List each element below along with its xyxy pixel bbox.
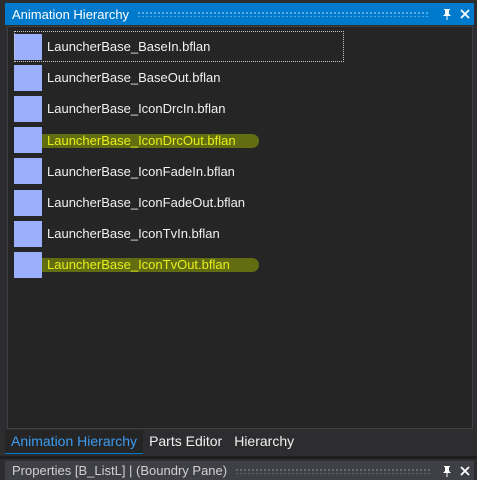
list-item[interactable]: LauncherBase_IconFadeOut.bflan [14, 187, 464, 218]
panel-titlebar[interactable]: Animation Hierarchy [5, 3, 474, 25]
properties-panel-titlebar[interactable]: Properties [B_ListL] | (Boundry Pane) [5, 461, 474, 480]
tab-parts-editor[interactable]: Parts Editor [143, 430, 228, 454]
properties-panel-title: Properties [B_ListL] | (Boundry Pane) [12, 463, 228, 478]
animation-file-icon [14, 251, 42, 278]
list-item[interactable]: LauncherBase_BaseOut.bflan [14, 62, 464, 93]
list-item-label: LauncherBase_IconDrcIn.bflan [47, 101, 226, 117]
list-item-label: LauncherBase_IconDrcOut.bflan [47, 132, 236, 148]
list-item[interactable]: LauncherBase_BaseIn.bflan [14, 31, 344, 63]
animation-file-icon [14, 220, 42, 247]
panel-title: Animation Hierarchy [12, 6, 130, 22]
animation-hierarchy-panel: Animation Hierarchy LauncherBase_BaseIn.… [5, 3, 474, 429]
animation-list: LauncherBase_BaseIn.bflan LauncherBase_Ba… [14, 31, 464, 281]
pin-icon[interactable] [438, 4, 456, 24]
list-item-label: LauncherBase_IconFadeOut.bflan [47, 195, 246, 211]
pin-icon[interactable] [438, 465, 456, 477]
list-item-label: LauncherBase_IconTvOut.bflan [47, 257, 230, 273]
list-item-label: LauncherBase_IconTvIn.bflan [47, 226, 220, 242]
animation-file-icon [14, 127, 42, 154]
list-item-label: LauncherBase_IconFadeIn.bflan [47, 163, 235, 179]
list-item[interactable]: LauncherBase_IconTvIn.bflan [14, 218, 464, 249]
animation-file-icon [14, 33, 42, 60]
animation-list-area[interactable]: LauncherBase_BaseIn.bflan LauncherBase_Ba… [7, 26, 473, 429]
drag-grip[interactable] [235, 467, 430, 474]
pane-divider[interactable] [0, 456, 477, 459]
panel-tabs: Animation Hierarchy Parts Editor Hierarchy [5, 430, 300, 454]
list-item[interactable]: LauncherBase_IconDrcOut.bflan [14, 125, 464, 156]
list-item[interactable]: LauncherBase_IconFadeIn.bflan [14, 156, 464, 187]
tab-hierarchy[interactable]: Hierarchy [228, 430, 300, 454]
animation-file-icon [14, 95, 42, 122]
list-item-label: LauncherBase_BaseIn.bflan [47, 39, 211, 55]
drag-grip[interactable] [137, 11, 430, 17]
animation-file-icon [14, 64, 42, 91]
tab-animation-hierarchy[interactable]: Animation Hierarchy [5, 430, 144, 454]
close-icon[interactable] [456, 465, 474, 476]
list-item[interactable]: LauncherBase_IconTvOut.bflan [14, 249, 464, 280]
list-item[interactable]: LauncherBase_IconDrcIn.bflan [14, 93, 464, 124]
list-item-label: LauncherBase_BaseOut.bflan [47, 70, 221, 86]
animation-file-icon [14, 158, 42, 185]
animation-file-icon [14, 189, 42, 216]
close-icon[interactable] [456, 4, 474, 24]
